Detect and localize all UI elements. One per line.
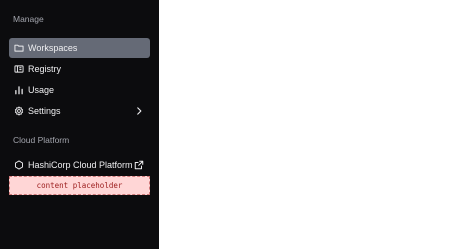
bar-chart-icon [13,85,24,96]
content-placeholder: content placeholder [9,176,150,195]
chevron-right-icon [134,106,144,116]
registry-icon [13,64,24,75]
sidebar-item-registry[interactable]: Registry [9,59,150,79]
sidebar-item-label: Settings [28,106,61,116]
external-link-icon [134,160,144,170]
section-title-manage: Manage [13,14,44,24]
hexagon-icon [13,160,24,171]
sidebar: Manage Workspaces Registry Usage Setting… [0,0,159,249]
sidebar-item-workspaces[interactable]: Workspaces [9,38,150,58]
main-content [159,0,474,249]
sidebar-item-hashicorp-cloud-platform[interactable]: HashiCorp Cloud Platform [9,155,150,175]
sidebar-item-usage[interactable]: Usage [9,80,150,100]
sidebar-item-label: HashiCorp Cloud Platform [28,160,133,170]
gear-icon [13,106,24,117]
sidebar-item-label: Registry [28,64,62,74]
section-title-cloud-platform: Cloud Platform [13,135,70,145]
sidebar-item-settings[interactable]: Settings [9,101,150,121]
sidebar-item-label: Workspaces [28,43,78,53]
sidebar-item-label: Usage [28,85,55,95]
folder-icon [13,43,24,54]
